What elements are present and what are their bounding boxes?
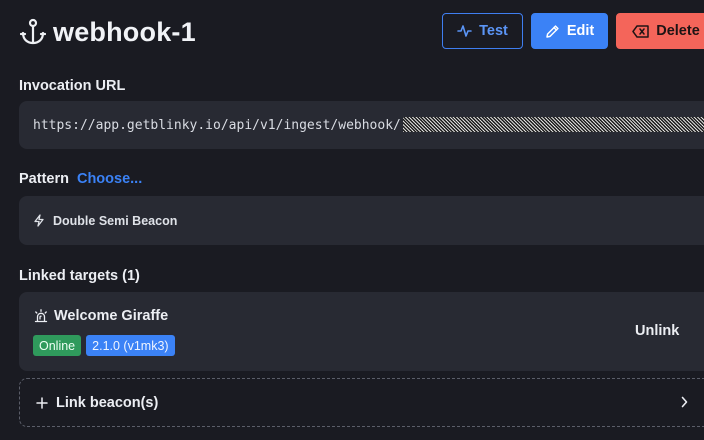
version-badge: 2.1.0 (v1mk3): [86, 335, 175, 356]
invocation-url-prefix: https://app.getblinky.io/api/v1/ingest/w…: [33, 118, 401, 133]
header-actions: Test Edit Delete: [442, 13, 704, 49]
page-title: webhook-1: [53, 16, 196, 47]
pencil-icon: [545, 24, 560, 39]
pattern-label: Pattern: [19, 171, 69, 187]
delete-button-label: Delete: [656, 23, 700, 39]
test-button-label: Test: [479, 23, 508, 39]
anchor-icon: [19, 17, 47, 47]
link-beacons-label: Link beacon(s): [56, 394, 159, 411]
unlink-button[interactable]: Unlink: [635, 323, 679, 339]
edit-button-label: Edit: [566, 23, 595, 39]
lightning-icon: [33, 214, 45, 227]
edit-button[interactable]: Edit: [531, 13, 608, 49]
target-title: Welcome Giraffe: [34, 308, 168, 324]
link-beacons-button[interactable]: Link beacon(s): [19, 378, 704, 427]
test-button[interactable]: Test: [442, 13, 523, 49]
siren-icon: [34, 309, 48, 323]
plus-icon: [36, 396, 48, 409]
chevron-right-icon: [680, 395, 689, 409]
choose-pattern-link[interactable]: Choose...: [77, 171, 142, 187]
pattern-card[interactable]: Double Semi Beacon: [19, 196, 704, 245]
linked-targets-label: Linked targets (1): [19, 268, 140, 284]
invocation-url-box[interactable]: https://app.getblinky.io/api/v1/ingest/w…: [19, 101, 704, 149]
invocation-url-label: Invocation URL: [19, 78, 126, 94]
invocation-url-text: https://app.getblinky.io/api/v1/ingest/w…: [33, 117, 704, 133]
delete-button[interactable]: Delete: [616, 13, 704, 49]
url-redaction-mask: [402, 117, 704, 132]
pattern-header: Pattern Choose...: [19, 171, 142, 187]
backspace-icon: [632, 24, 649, 38]
status-badge: Online: [33, 335, 82, 356]
target-name: Welcome Giraffe: [54, 308, 169, 324]
target-badges: Online 2.1.0 (v1mk3): [33, 335, 175, 356]
activity-icon: [457, 24, 472, 38]
linked-target-card: Welcome Giraffe Online 2.1.0 (v1mk3) Unl…: [19, 292, 704, 371]
pattern-name: Double Semi Beacon: [53, 213, 178, 228]
